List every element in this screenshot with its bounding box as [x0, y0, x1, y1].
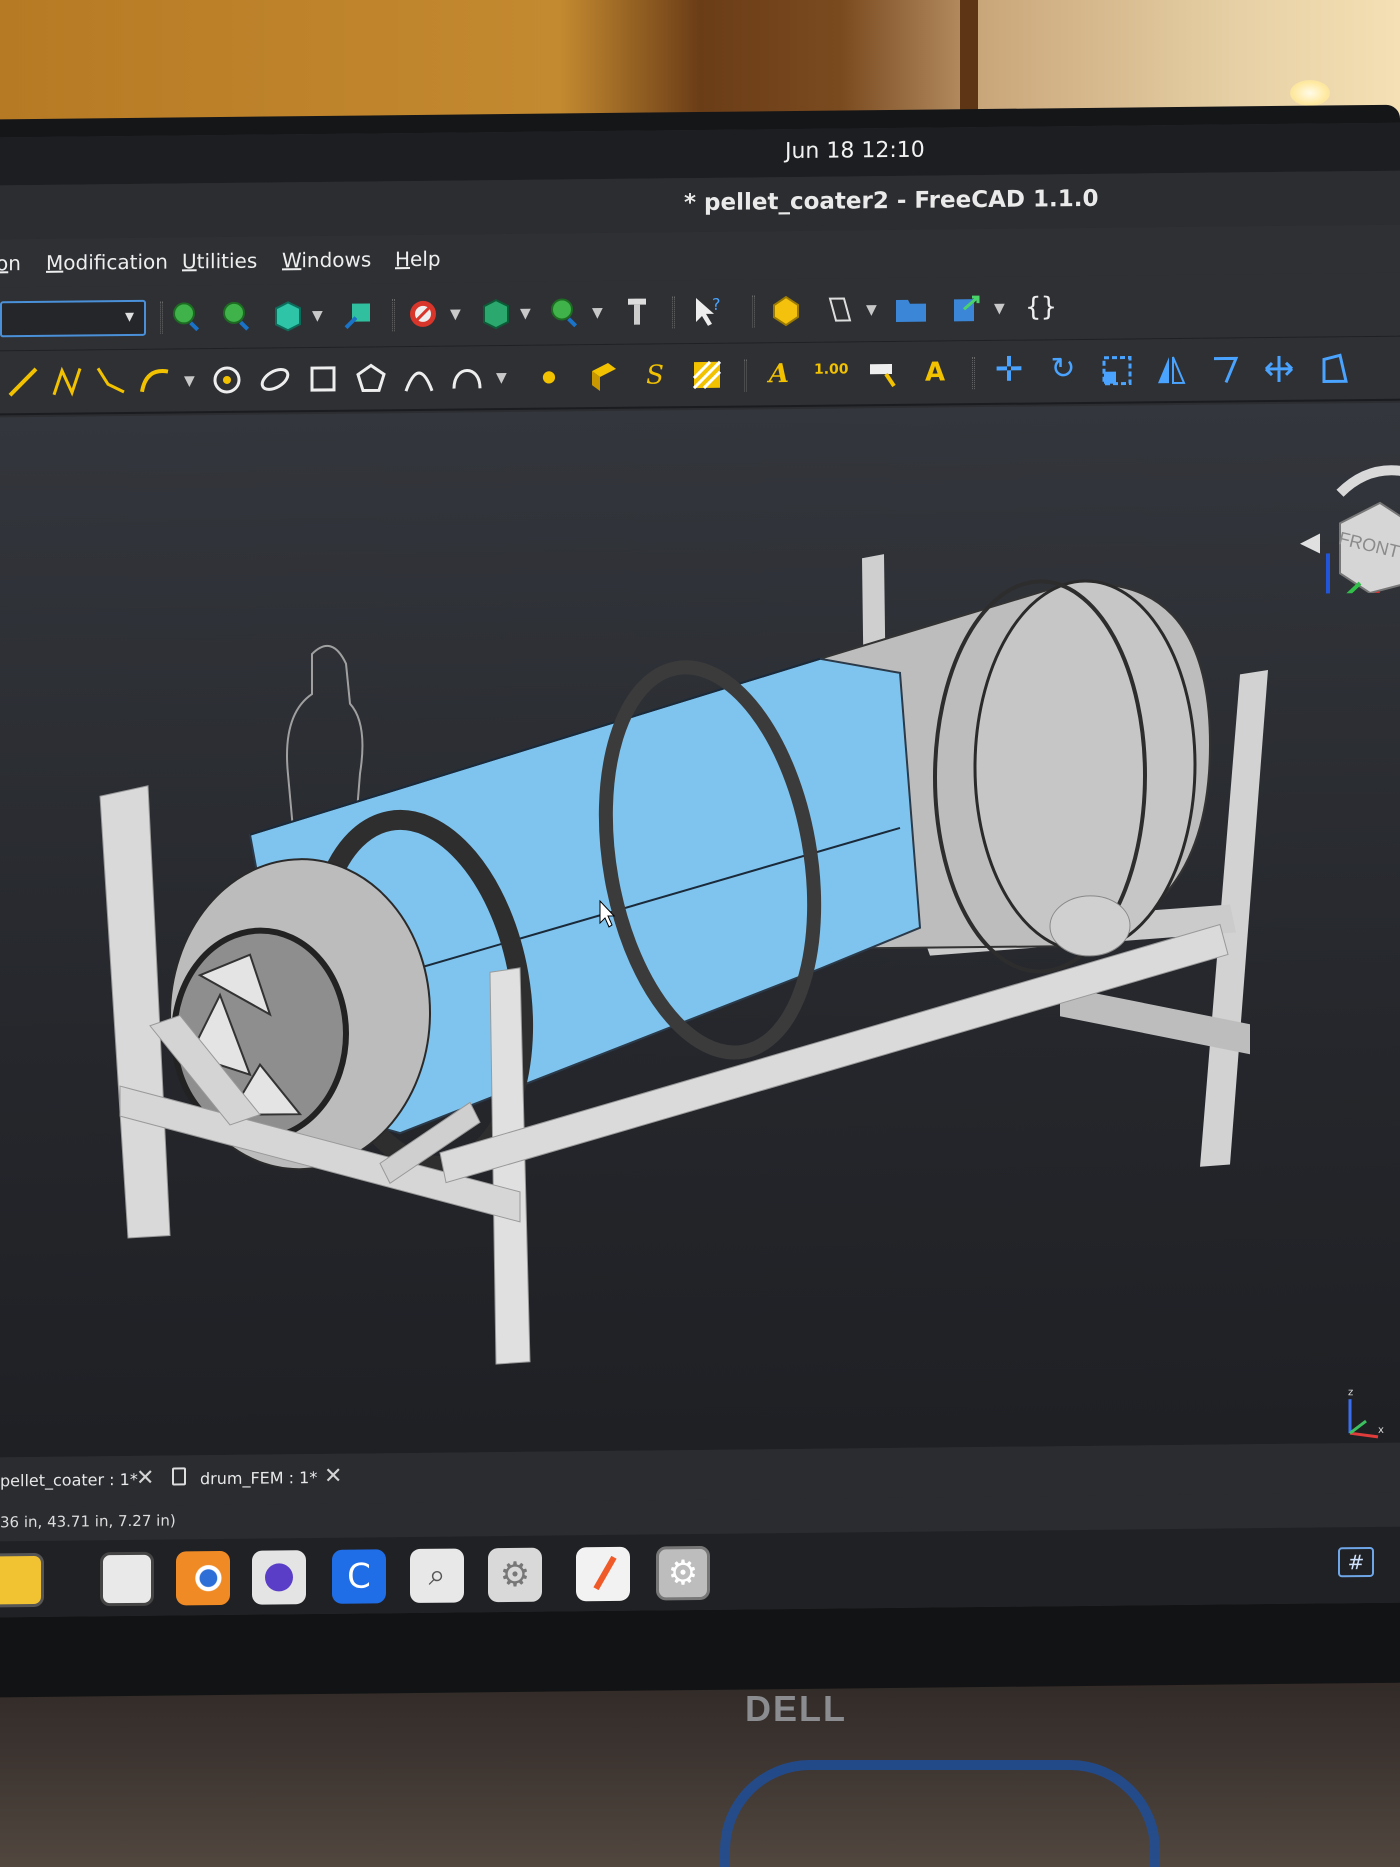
clock[interactable]: Jun 18 12:10	[785, 138, 925, 164]
export-icon[interactable]	[950, 291, 984, 325]
menu-help[interactable]: Help	[395, 247, 441, 271]
view-cube-icon[interactable]	[270, 298, 304, 332]
menu-windows[interactable]: Windows	[282, 247, 371, 272]
annotation-style-icon[interactable]: A	[918, 355, 952, 389]
draw-style-icon[interactable]	[406, 297, 440, 331]
circle-icon[interactable]	[210, 363, 244, 397]
chevron-down-icon[interactable]: ▼	[312, 308, 323, 324]
polyline-icon[interactable]	[50, 364, 84, 398]
trimex-icon[interactable]	[1318, 351, 1352, 385]
cursor-coordinates: 36 in, 43.71 in, 7.27 in)	[0, 1511, 176, 1532]
tab-drum-fem[interactable]: drum_FEM : 1*	[200, 1468, 317, 1488]
room-window	[960, 0, 1400, 120]
chevron-down-icon[interactable]: ▼	[994, 301, 1005, 317]
screen: Jun 18 12:10 * pellet_coater2 - FreeCAD …	[0, 122, 1400, 1618]
dimension-icon[interactable]: 1.00	[814, 352, 849, 386]
chevron-down-icon[interactable]: ▼	[520, 306, 531, 322]
workbench-selector[interactable]: ▾	[0, 299, 146, 338]
open-folder-icon[interactable]	[894, 292, 928, 326]
stretch-icon[interactable]	[1262, 352, 1296, 386]
tab-pellet-coater[interactable]: pellet_coater : 1*	[0, 1470, 138, 1490]
shapestring-icon[interactable]: S	[638, 358, 672, 392]
toolbar-draft: ▼ ▼ ● S A 1.00 A ✛ ↻	[0, 336, 1400, 416]
svg-text:z: z	[1348, 1387, 1353, 1398]
axis-triad-icon: z x	[1348, 1387, 1384, 1439]
toolbar-separator	[752, 295, 755, 328]
screenshot-lens	[265, 1563, 293, 1592]
offset-icon[interactable]	[1208, 352, 1242, 386]
chevron-down-icon[interactable]: ▼	[450, 307, 461, 323]
view-axo-icon[interactable]	[342, 297, 376, 331]
hatch-icon[interactable]	[690, 358, 724, 392]
scale-icon[interactable]	[1100, 353, 1134, 387]
ellipse-icon[interactable]	[258, 362, 292, 396]
eyeglasses	[720, 1760, 1160, 1867]
bezier-icon[interactable]	[450, 360, 484, 394]
frame-post-front-left	[99, 785, 171, 1239]
arc-icon[interactable]	[138, 364, 172, 398]
chevron-down-icon[interactable]: ▼	[592, 305, 603, 321]
part-icon[interactable]	[768, 293, 802, 327]
whats-this-icon[interactable]: ?	[690, 294, 724, 328]
chevron-down-icon[interactable]: ▼	[184, 373, 195, 389]
std-view-icon[interactable]	[478, 296, 512, 330]
screenshot-icon[interactable]	[252, 1550, 306, 1605]
line-icon[interactable]	[6, 365, 40, 399]
chevron-down-icon: ▾	[124, 305, 134, 328]
rectangle-icon[interactable]	[306, 362, 340, 396]
3d-viewport[interactable]: FRONT z x	[0, 402, 1400, 1458]
toolbar-separator	[672, 296, 675, 329]
text-icon[interactable]: A	[762, 357, 796, 391]
menu-part-design[interactable]: on	[0, 251, 21, 275]
svg-text:x: x	[1378, 1425, 1384, 1436]
taskbar-dock: C ⌕ ⚙ ⚙ #	[0, 1526, 1400, 1618]
drawing-pen	[593, 1555, 617, 1591]
c-editor-icon[interactable]: C	[332, 1549, 386, 1604]
document-icon	[172, 1467, 186, 1486]
menu-modification[interactable]: Modification	[46, 250, 168, 275]
toolbar-separator	[392, 299, 395, 332]
macro-icon[interactable]: {}	[1024, 290, 1058, 324]
blender-icon[interactable]	[176, 1550, 230, 1606]
mirror-icon[interactable]	[1154, 353, 1188, 387]
zoom-selection-icon[interactable]	[220, 299, 254, 333]
zoom-fit-icon[interactable]	[170, 299, 204, 333]
facebinder-icon[interactable]	[586, 359, 620, 393]
rotate-icon[interactable]: ↻	[1046, 351, 1080, 386]
navigation-cube[interactable]	[1300, 463, 1400, 594]
freecad-icon[interactable]: ⚙	[656, 1545, 710, 1601]
support-roller	[1049, 895, 1131, 957]
zoom-icon[interactable]	[548, 295, 582, 329]
chevron-down-icon[interactable]: ▼	[866, 302, 877, 318]
label-icon[interactable]	[866, 356, 900, 390]
image-viewer-icon[interactable]: ⌕	[410, 1548, 464, 1604]
toolbar-separator	[744, 359, 747, 392]
text-editor-icon[interactable]	[100, 1551, 154, 1607]
menu-utilities[interactable]: Utilities	[182, 249, 257, 274]
dell-logo: DELL	[745, 1688, 847, 1729]
svg-text:?: ?	[712, 295, 720, 314]
close-icon[interactable]: ✕	[324, 1464, 342, 1489]
bspline-icon[interactable]	[402, 361, 436, 395]
point-icon[interactable]: ●	[532, 359, 566, 393]
new-sketch-icon[interactable]	[822, 292, 856, 326]
polygon-icon[interactable]	[354, 361, 388, 395]
toolbar-separator	[160, 301, 163, 334]
calculator-icon[interactable]	[0, 1552, 44, 1608]
fillet-icon[interactable]	[94, 364, 128, 398]
measure-icon[interactable]	[620, 294, 654, 328]
show-apps-button[interactable]: #	[1338, 1546, 1374, 1578]
settings-icon[interactable]: ⚙	[488, 1547, 542, 1603]
close-icon[interactable]: ✕	[136, 1466, 154, 1491]
toolbar-separator	[972, 357, 975, 390]
drawing-icon[interactable]	[576, 1546, 630, 1602]
room-light	[1290, 80, 1330, 106]
window-title: * pellet_coater2 - FreeCAD 1.1.0	[684, 185, 1099, 217]
chevron-down-icon[interactable]: ▼	[496, 370, 507, 386]
move-icon[interactable]: ✛	[992, 350, 1026, 390]
pellet-coater-model[interactable]	[0, 403, 1400, 1458]
